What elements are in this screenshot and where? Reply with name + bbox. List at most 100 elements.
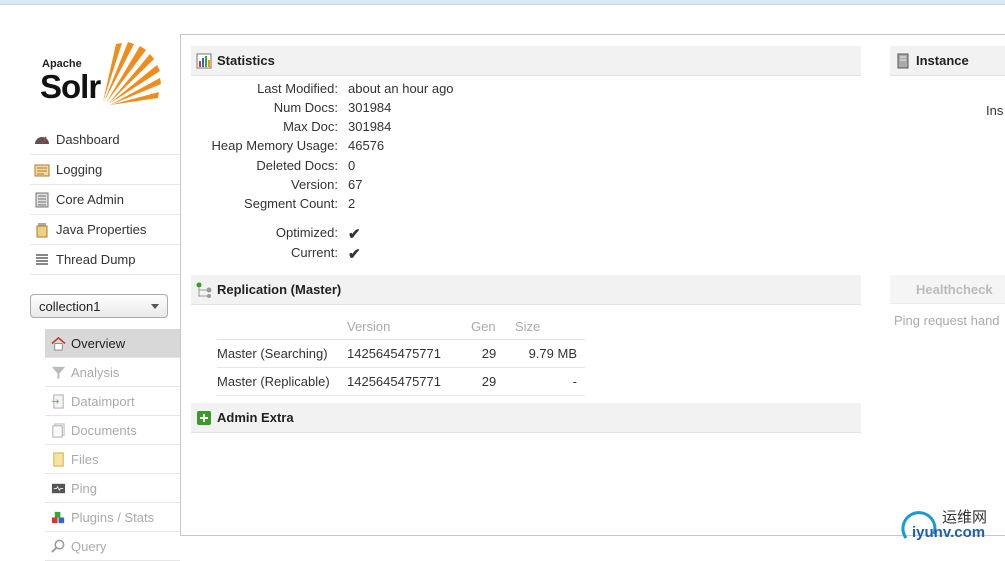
stat-key: Num Docs:	[273, 100, 338, 115]
replication-icon	[196, 282, 212, 298]
dataimport-icon	[51, 393, 66, 409]
stat-row: Heap Memory Usage: 46576	[191, 138, 385, 157]
chevron-down-icon	[151, 304, 159, 309]
core-selector-value: collection1	[39, 298, 101, 314]
core-menu-label: Files	[71, 451, 99, 467]
table-row: Master (Searching) 1425645475771 29 9.79…	[217, 339, 585, 368]
home-icon	[51, 336, 66, 351]
watermark-domain: iyunv.com	[912, 524, 986, 541]
stat-value: 67	[348, 177, 363, 192]
core-menu-label: Analysis	[71, 364, 120, 380]
java-properties-icon	[34, 222, 50, 238]
stat-row: Num Docs: 301984	[191, 100, 392, 119]
plugins-icon	[51, 510, 66, 525]
stat-value: 301984	[348, 100, 392, 115]
checkmark-icon: ✔	[348, 226, 361, 243]
stat-key: Version:	[291, 177, 338, 192]
stat-key: Heap Memory Usage:	[211, 138, 338, 153]
stat-value: about an hour ago	[348, 81, 454, 96]
stat-key: Segment Count:	[244, 196, 338, 211]
instance-header: Instance	[890, 46, 1005, 76]
stat-key: Last Modified:	[257, 81, 338, 96]
core-menu-label: Documents	[71, 422, 137, 438]
checkmark-icon: ✔	[348, 246, 361, 263]
dashboard-icon	[34, 132, 50, 148]
query-icon	[51, 539, 66, 554]
browser-top-bar	[0, 0, 1005, 5]
core-menu-plugins-stats[interactable]: Plugins / Stats	[45, 503, 180, 532]
column-header-version: Version	[347, 313, 471, 340]
plus-icon[interactable]	[196, 410, 212, 426]
nav-item-java-properties[interactable]: Java Properties	[30, 215, 180, 245]
core-menu: Overview Analysis Dataimport Documents F…	[45, 329, 180, 561]
nav-item-label: Dashboard	[56, 132, 120, 147]
funnel-icon	[51, 365, 66, 380]
replication-title: Replication (Master)	[217, 282, 342, 297]
table-cell: Master (Replicable)	[217, 367, 347, 396]
nav-item-label: Java Properties	[56, 222, 147, 237]
core-menu-analysis[interactable]: Analysis	[45, 358, 180, 387]
core-menu-documents[interactable]: Documents	[45, 416, 180, 445]
healthcheck-text: Ping request hand	[894, 313, 1000, 328]
nav-item-label: Logging	[56, 162, 103, 177]
core-menu-dataimport[interactable]: Dataimport	[45, 387, 180, 416]
stat-value: 2	[348, 196, 356, 211]
nav-item-logging[interactable]: Logging	[30, 155, 180, 185]
table-cell: Master (Searching)	[217, 339, 347, 368]
core-menu-ping[interactable]: Ping	[45, 474, 180, 503]
stat-row: Segment Count: 2	[191, 196, 355, 215]
stat-key: Max Doc:	[283, 119, 338, 134]
stat-value: 0	[348, 158, 356, 173]
core-admin-icon	[34, 192, 50, 208]
sun-rays-icon	[103, 42, 161, 105]
healthcheck-header: Healthcheck	[890, 275, 1005, 304]
nav-item-core-admin[interactable]: Core Admin	[30, 185, 180, 215]
column-header-gen: Gen	[471, 313, 515, 340]
healthcheck-title: Healthcheck	[916, 281, 993, 297]
stat-value: 301984	[348, 119, 392, 134]
column-header	[217, 313, 347, 340]
stat-row: Max Doc: 301984	[191, 119, 391, 138]
stat-key: Deleted Docs:	[256, 158, 338, 173]
core-selector[interactable]: collection1	[30, 294, 168, 318]
core-menu-query[interactable]: Query	[45, 532, 180, 561]
core-menu-label: Dataimport	[71, 393, 135, 409]
stat-key: Optimized:	[275, 225, 338, 240]
site-watermark: 运维网 iyunv.com	[900, 500, 1005, 549]
core-menu-label: Overview	[71, 335, 126, 351]
ping-icon	[51, 481, 66, 496]
core-menu-label: Ping	[71, 480, 98, 496]
nav-item-label: Core Admin	[56, 192, 124, 207]
server-icon	[895, 53, 911, 69]
statistics-title: Statistics	[217, 53, 275, 68]
table-cell: -	[515, 367, 585, 396]
nav-item-thread-dump[interactable]: Thread Dump	[30, 245, 180, 275]
core-menu-label: Plugins / Stats	[71, 509, 155, 525]
stat-row: Deleted Docs: 0	[191, 158, 355, 177]
stat-value: 46576	[348, 138, 385, 153]
stat-row-optimized: Optimized: ✔	[191, 225, 361, 244]
overview-panel: Statistics Last Modified: about an hour …	[180, 34, 1005, 536]
admin-extra-header[interactable]: Admin Extra	[191, 403, 861, 433]
core-menu-files[interactable]: Files	[45, 445, 180, 474]
core-menu-overview[interactable]: Overview	[45, 329, 180, 358]
files-icon	[51, 451, 66, 467]
instance-label: Ins	[986, 103, 1004, 118]
stat-row-current: Current: ✔	[191, 245, 361, 264]
statistics-header: Statistics	[191, 46, 861, 76]
stat-row: Version: 67	[191, 177, 362, 196]
solr-logo[interactable]: Apache Solr	[40, 40, 165, 110]
bar-chart-icon	[196, 53, 212, 69]
thread-dump-icon	[34, 252, 50, 268]
logo-solr-text: Solr	[40, 68, 101, 105]
instance-title: Instance	[916, 53, 969, 68]
table-cell: 29	[471, 367, 515, 396]
table-cell: 1425645475771	[347, 367, 471, 396]
table-cell: 29	[471, 339, 515, 368]
admin-extra-title: Admin Extra	[217, 410, 294, 425]
nav-item-dashboard[interactable]: Dashboard	[30, 125, 180, 155]
stat-row: Last Modified: about an hour ago	[191, 81, 454, 100]
documents-icon	[51, 422, 66, 438]
table-cell: 1425645475771	[347, 339, 471, 368]
column-header-size: Size	[515, 313, 585, 340]
